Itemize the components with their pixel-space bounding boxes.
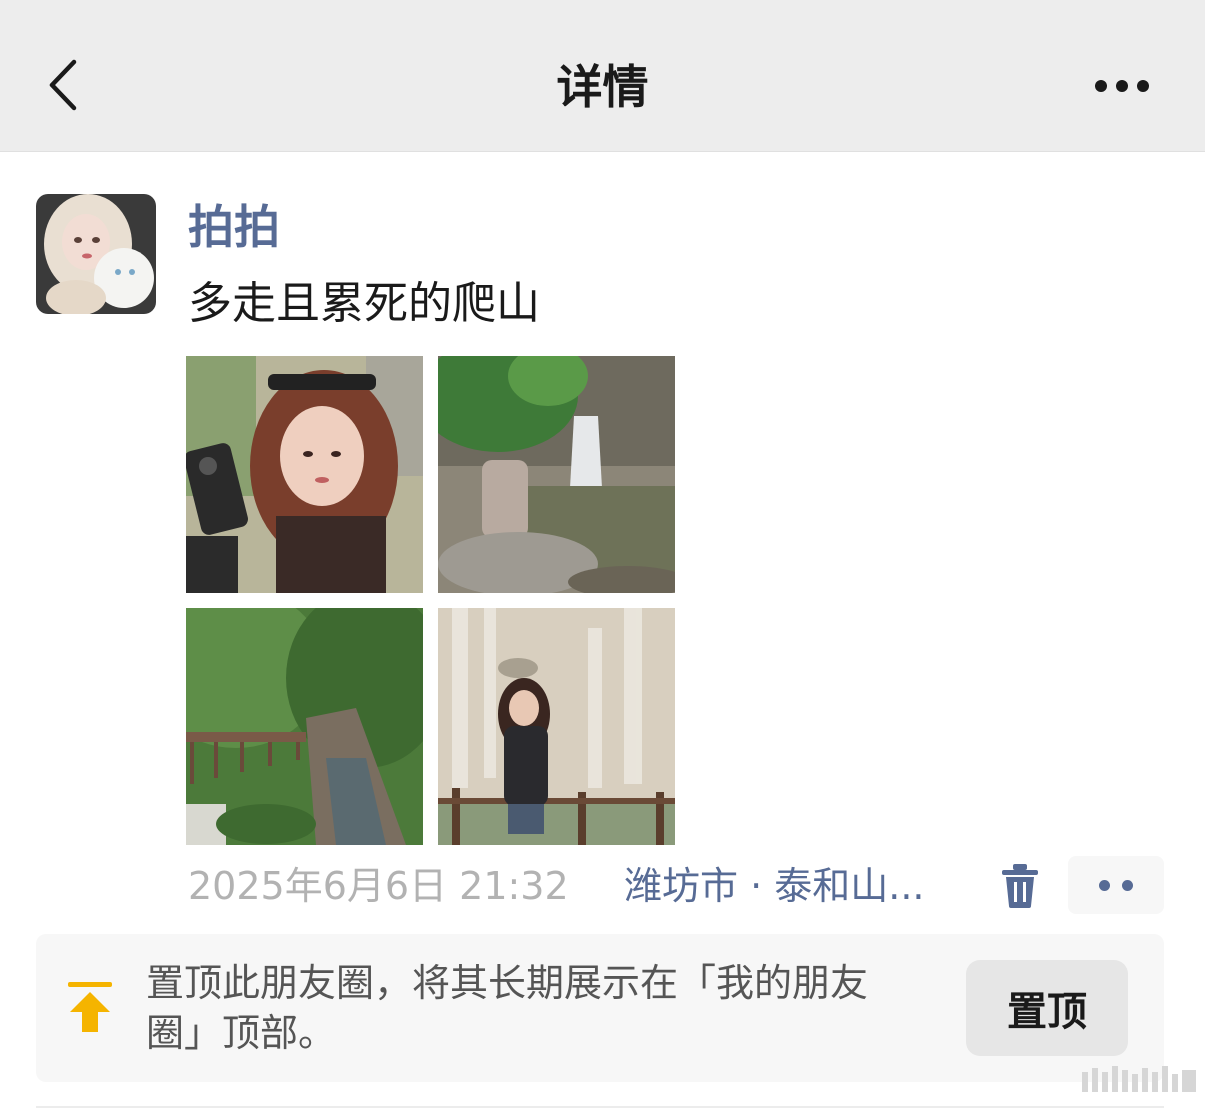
- ellipsis-icon: [1095, 80, 1107, 92]
- post-timestamp: 2025年6月6日 21:32: [188, 864, 569, 908]
- avatar[interactable]: [36, 194, 156, 314]
- watermark-logo: [1082, 1066, 1196, 1092]
- avatar-image: [36, 194, 156, 314]
- pin-to-top-button[interactable]: 置顶: [966, 960, 1128, 1056]
- post-photo-boardwalk[interactable]: [186, 608, 423, 845]
- post-photo-portrait[interactable]: [438, 608, 675, 845]
- more-options-button[interactable]: [1082, 66, 1162, 106]
- post-photo-waterfall[interactable]: [438, 356, 675, 593]
- divider: [36, 1106, 1164, 1108]
- post-photo-selfie[interactable]: [186, 356, 423, 593]
- page-title: 详情: [556, 60, 649, 114]
- pin-to-top-icon: [68, 982, 112, 1032]
- trash-icon: [1002, 864, 1038, 908]
- author-name[interactable]: 拍拍: [188, 196, 280, 258]
- post-location[interactable]: 潍坊市 · 泰和山...: [624, 860, 924, 912]
- delete-button[interactable]: [998, 862, 1042, 910]
- two-dots-icon: [1099, 879, 1110, 891]
- navigation-bar: 详情: [0, 0, 1205, 152]
- comment-like-action-button[interactable]: [1068, 856, 1164, 914]
- post-text: 多走且累死的爬山: [188, 278, 540, 329]
- pin-to-top-card: 置顶此朋友圈，将其长期展示在「我的朋友圈」顶部。 置顶: [36, 934, 1164, 1082]
- pin-description: 置顶此朋友圈，将其长期展示在「我的朋友圈」顶部。: [146, 961, 869, 1055]
